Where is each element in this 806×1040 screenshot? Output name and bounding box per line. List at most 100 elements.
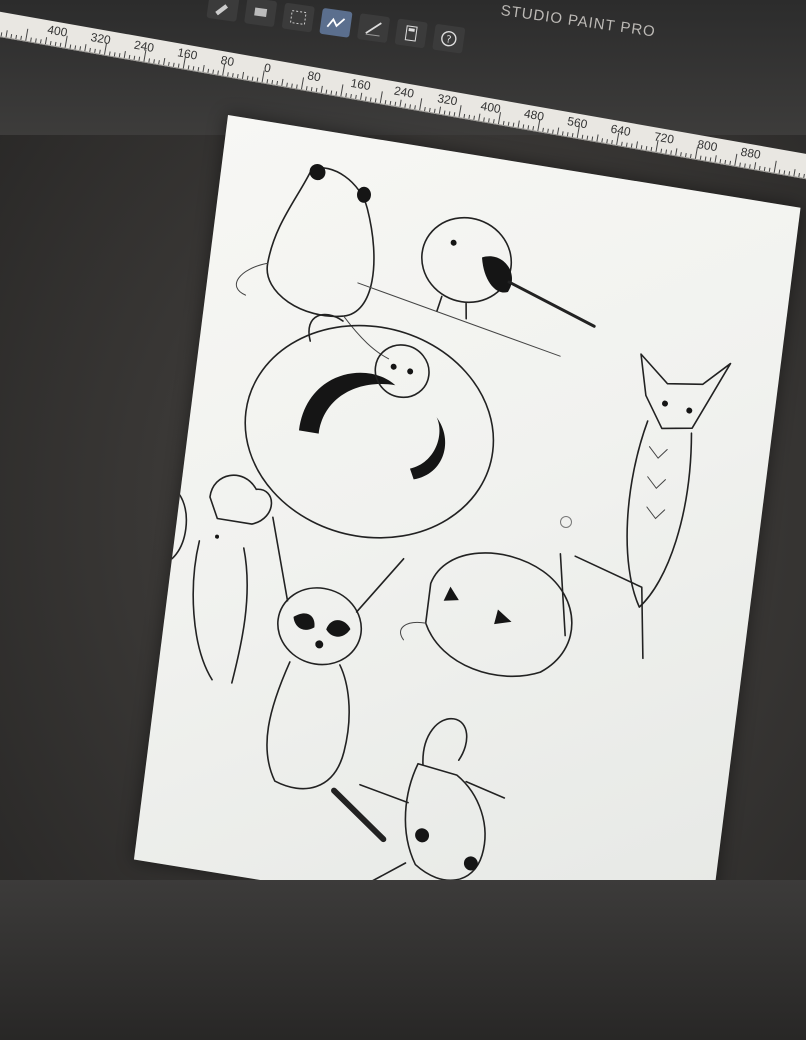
ruler-tick <box>409 104 411 109</box>
ruler-tick <box>197 67 200 72</box>
ruler-tick <box>739 162 741 167</box>
ruler-tick <box>74 45 77 50</box>
ruler-tick <box>724 159 727 165</box>
ruler-tick <box>502 120 505 125</box>
ruler-tick <box>369 97 372 102</box>
ruler-tick <box>493 119 495 124</box>
ruler-tick <box>320 85 323 93</box>
ruler-tick <box>79 46 82 51</box>
ruler-tick <box>246 75 249 80</box>
ruler-tick <box>54 41 57 46</box>
ruler-tick <box>374 98 377 103</box>
ruler-label: 240 <box>132 37 156 55</box>
ruler-tick <box>345 93 347 98</box>
ruler-tick <box>271 80 274 85</box>
ruler-tick <box>758 166 761 171</box>
ruler-tick <box>719 159 722 164</box>
pen-stroke-icon <box>326 17 346 28</box>
ruler-label: 80 <box>306 68 322 85</box>
ruler-tick <box>763 166 766 171</box>
ruler-tick <box>335 91 338 96</box>
layers-icon <box>404 25 418 42</box>
ruler-tick <box>25 28 29 41</box>
ruler-tick <box>744 163 746 168</box>
ruler-tick <box>438 106 442 114</box>
ruler-tick <box>177 63 180 68</box>
ruler-tick <box>364 96 367 101</box>
line-tool[interactable] <box>356 13 391 44</box>
ruler-tick <box>433 108 436 113</box>
ruler-tick <box>606 139 608 144</box>
ruler-tick <box>212 69 215 74</box>
owl-sketch <box>559 353 732 660</box>
ruler-tick <box>276 80 279 86</box>
ruler-tick <box>630 143 633 148</box>
ruler-tick <box>448 111 451 116</box>
ruler-tick <box>428 107 431 112</box>
ruler-tick <box>414 105 416 110</box>
ruler-tick <box>561 131 564 136</box>
ruler-tick <box>296 84 298 89</box>
ruler-tick <box>453 112 456 117</box>
ruler-tick <box>291 83 293 88</box>
ruler-tick <box>458 105 462 118</box>
ruler-tick <box>300 77 305 90</box>
ruler-label: 160 <box>176 45 199 63</box>
sketch-layer <box>133 163 732 913</box>
ruler-tick <box>699 155 702 160</box>
ruler-tick <box>581 134 584 139</box>
ruler-tick <box>768 167 771 172</box>
eraser-tool[interactable] <box>244 0 278 28</box>
ruler-tick <box>49 40 52 46</box>
ruler-tick <box>542 127 544 132</box>
ruler-tick <box>5 30 8 38</box>
ruler-label: 560 <box>566 114 589 132</box>
ruler-tick <box>251 76 254 81</box>
ruler-tick <box>803 173 805 178</box>
ruler-label: 640 <box>609 121 632 139</box>
ruler-tick <box>478 113 481 121</box>
ruler-tick <box>783 170 786 175</box>
drawing-canvas[interactable] <box>133 115 801 953</box>
brush-tool[interactable] <box>206 0 240 22</box>
tool-strip: ? <box>206 0 466 54</box>
ruler-tick <box>625 142 628 147</box>
ruler-tick <box>0 32 3 37</box>
brush-cursor <box>560 516 572 528</box>
ruler-tick <box>611 139 613 145</box>
pen-tool[interactable] <box>319 7 353 38</box>
app-title: STUDIO PAINT PRO <box>499 2 657 41</box>
select-tool[interactable] <box>281 2 315 33</box>
layers-tool[interactable] <box>394 18 428 49</box>
ruler-label: 800 <box>696 136 719 155</box>
ruler-tick <box>488 118 490 123</box>
ruler-label: 400 <box>46 22 69 40</box>
ruler-tick <box>473 115 475 120</box>
ruler-tick <box>468 114 471 119</box>
ruler-tick <box>522 124 525 129</box>
ruler-tick <box>10 34 13 39</box>
raccoon-sketch <box>266 516 405 843</box>
ruler-tick <box>15 34 18 40</box>
ruler-tick <box>281 78 284 86</box>
ruler-tick <box>557 127 560 135</box>
ruler-tick <box>517 120 520 128</box>
ruler-tick <box>773 160 777 173</box>
ruler-tick <box>675 148 678 156</box>
svg-text:?: ? <box>445 34 452 46</box>
ruler-tick <box>734 153 738 166</box>
ruler-tick <box>325 89 328 94</box>
ruler-tick <box>507 121 510 126</box>
ruler-tick <box>424 106 426 112</box>
ruler-label: 160 <box>349 75 372 94</box>
ruler-tick <box>645 146 648 151</box>
help-tool[interactable]: ? <box>432 23 466 54</box>
ruler-tick <box>99 49 101 54</box>
ruler-label: 0 <box>262 60 272 76</box>
ruler-tick <box>118 53 121 58</box>
ruler-tick <box>84 44 87 52</box>
marquee-icon <box>289 10 307 26</box>
ruler-tick <box>163 57 166 66</box>
ruler-tick <box>547 128 549 133</box>
ruler-tick <box>665 149 668 154</box>
